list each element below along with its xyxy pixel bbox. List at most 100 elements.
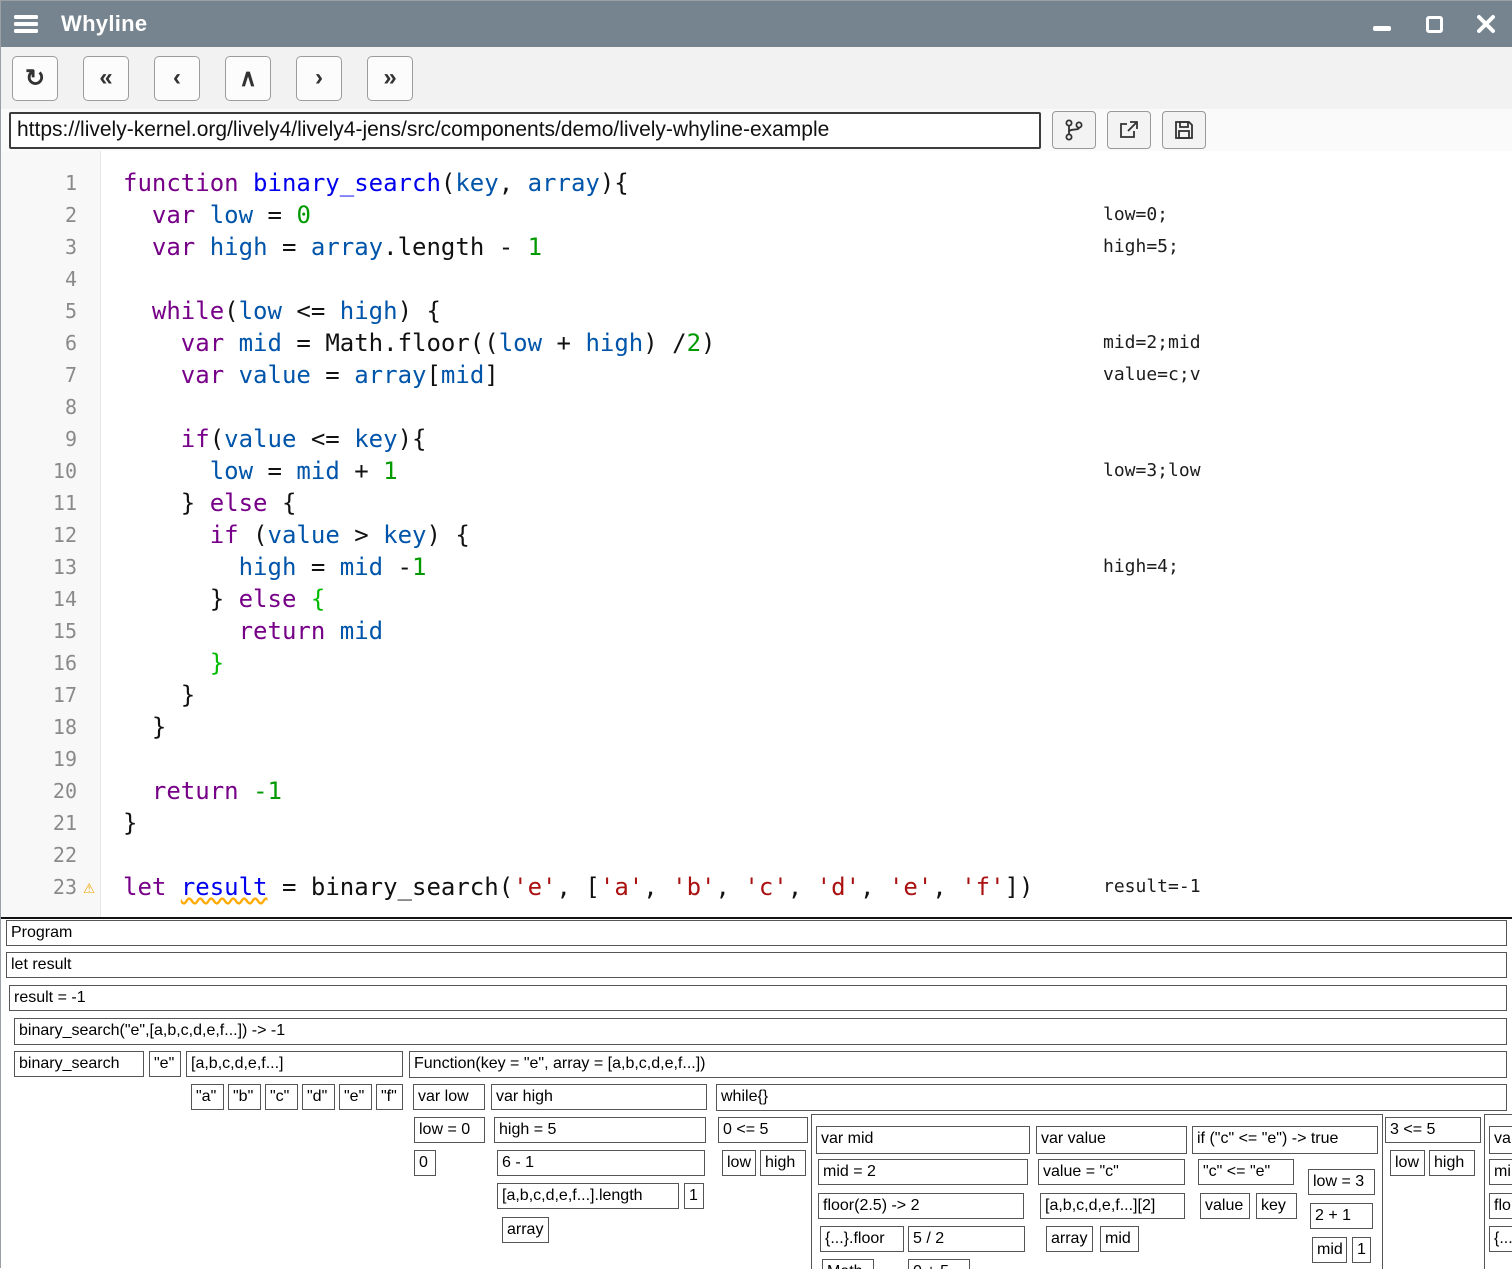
code-line[interactable]: 18 } <box>1 711 1512 743</box>
code-text[interactable]: high = mid -1high=4; <box>101 551 1512 583</box>
refresh-button[interactable]: ↻ <box>12 56 58 101</box>
code-line[interactable]: 11 } else { <box>1 487 1512 519</box>
trace-node[interactable]: Function(key = "e", array = [a,b,c,d,e,f… <box>409 1051 1507 1078</box>
code-line[interactable]: 4 <box>1 263 1512 295</box>
code-text[interactable]: let result = binary_search('e', ['a', 'b… <box>101 871 1512 903</box>
trace-node[interactable]: 6 - 1 <box>497 1150 705 1176</box>
save-button[interactable] <box>1162 111 1206 149</box>
trace-node[interactable]: "e" <box>339 1084 372 1110</box>
code-text[interactable] <box>101 391 1512 423</box>
trace-node[interactable]: "e" <box>149 1051 181 1077</box>
code-line[interactable]: 9 if(value <= key){ <box>1 423 1512 455</box>
trace-node[interactable]: array <box>502 1217 549 1243</box>
code-text[interactable]: var value = array[mid]value=c;v <box>101 359 1512 391</box>
trace-node[interactable]: 0 <= 5 <box>718 1117 808 1143</box>
trace-node[interactable]: "c" <box>265 1084 298 1110</box>
trace-node[interactable]: va <box>1489 1126 1512 1154</box>
code-line[interactable]: 12 if (value > key) { <box>1 519 1512 551</box>
open-external-button[interactable] <box>1107 111 1151 149</box>
code-text[interactable]: var mid = Math.floor((low + high) /2)mid… <box>101 327 1512 359</box>
code-text[interactable] <box>101 743 1512 775</box>
url-input[interactable] <box>9 112 1041 149</box>
code-line[interactable]: 14 } else { <box>1 583 1512 615</box>
trace-node[interactable]: low = 0 <box>414 1117 485 1143</box>
trace-node[interactable]: 2 + 1 <box>1310 1203 1373 1229</box>
trace-node[interactable]: value = "c" <box>1038 1159 1185 1185</box>
code-text[interactable]: } <box>101 647 1512 679</box>
code-text[interactable]: return -1 <box>101 775 1512 807</box>
trace-node[interactable]: [a,b,c,d,e,f...] <box>186 1051 403 1077</box>
code-line[interactable]: 20 return -1 <box>1 775 1512 807</box>
code-text[interactable]: } else { <box>101 487 1512 519</box>
code-line[interactable]: 19 <box>1 743 1512 775</box>
trace-node[interactable]: 1 <box>684 1183 704 1209</box>
trace-node[interactable]: array <box>1046 1226 1093 1252</box>
close-button[interactable] <box>1473 11 1499 37</box>
code-line[interactable]: 5 while(low <= high) { <box>1 295 1512 327</box>
trace-node[interactable]: mid <box>1100 1226 1139 1252</box>
trace-node[interactable]: 5 / 2 <box>908 1226 1025 1252</box>
code-text[interactable]: } else { <box>101 583 1512 615</box>
trace-node[interactable]: [a,b,c,d,e,f...][2] <box>1040 1193 1185 1219</box>
trace-node[interactable]: binary_search <box>14 1051 144 1077</box>
code-line[interactable]: 17 } <box>1 679 1512 711</box>
trace-node[interactable]: if ("c" <= "e") -> true <box>1192 1126 1378 1154</box>
maximize-button[interactable] <box>1421 11 1447 37</box>
trace-node[interactable]: flo <box>1489 1193 1512 1219</box>
trace-node[interactable]: [a,b,c,d,e,f...].length <box>497 1183 679 1209</box>
nav-first-button[interactable]: « <box>83 56 129 101</box>
nav-up-button[interactable]: ∧ <box>225 56 271 101</box>
trace-node[interactable]: floor(2.5) -> 2 <box>818 1193 1024 1219</box>
trace-node[interactable]: 3 <= 5 <box>1385 1117 1481 1143</box>
code-text[interactable]: while(low <= high) { <box>101 295 1512 327</box>
nav-back-button[interactable]: ‹ <box>154 56 200 101</box>
code-line[interactable]: 13 high = mid -1high=4; <box>1 551 1512 583</box>
trace-node[interactable]: var mid <box>816 1126 1030 1154</box>
branch-button[interactable] <box>1052 111 1096 149</box>
code-line[interactable]: 21} <box>1 807 1512 839</box>
trace-node[interactable]: result = -1 <box>9 985 1507 1011</box>
trace-node[interactable]: {...}.floor <box>820 1226 904 1252</box>
code-line[interactable]: 22 <box>1 839 1512 871</box>
trace-node[interactable]: low <box>722 1150 756 1176</box>
trace-node[interactable]: var value <box>1036 1126 1187 1154</box>
code-line[interactable]: 1function binary_search(key, array){ <box>1 167 1512 199</box>
code-text[interactable]: var high = array.length - 1high=5; <box>101 231 1512 263</box>
trace-node[interactable]: high = 5 <box>494 1117 706 1143</box>
code-text[interactable]: var low = 0low=0; <box>101 199 1512 231</box>
trace-node[interactable]: "f" <box>376 1084 403 1110</box>
trace-node[interactable]: let result <box>6 952 1507 978</box>
code-line[interactable]: 16 } <box>1 647 1512 679</box>
nav-forward-button[interactable]: › <box>296 56 342 101</box>
trace-node[interactable]: "d" <box>302 1084 335 1110</box>
trace-node[interactable]: 0 <box>414 1150 436 1176</box>
trace-node[interactable]: low = 3 <box>1308 1169 1375 1195</box>
code-line[interactable]: 7 var value = array[mid]value=c;v <box>1 359 1512 391</box>
trace-node[interactable]: high <box>760 1150 806 1176</box>
trace-node[interactable]: var high <box>491 1084 707 1110</box>
trace-node[interactable]: mi <box>1489 1159 1512 1185</box>
code-line[interactable]: 3 var high = array.length - 1high=5; <box>1 231 1512 263</box>
trace-node[interactable]: low <box>1390 1150 1425 1176</box>
trace-node[interactable]: "c" <= "e" <box>1198 1159 1294 1185</box>
trace-node[interactable]: "b" <box>228 1084 261 1110</box>
minimize-button[interactable] <box>1369 11 1395 37</box>
code-line[interactable]: 6 var mid = Math.floor((low + high) /2)m… <box>1 327 1512 359</box>
code-line[interactable]: 2 var low = 0low=0; <box>1 199 1512 231</box>
code-text[interactable] <box>101 263 1512 295</box>
trace-node[interactable]: high <box>1429 1150 1475 1176</box>
trace-node[interactable]: Program <box>6 920 1507 946</box>
trace-node[interactable]: binary_search("e",[a,b,c,d,e,f...]) -> -… <box>14 1018 1507 1045</box>
trace-node[interactable]: var low <box>413 1084 485 1110</box>
nav-last-button[interactable]: » <box>367 56 413 101</box>
code-line[interactable]: 8 <box>1 391 1512 423</box>
code-text[interactable]: function binary_search(key, array){ <box>101 167 1512 199</box>
code-text[interactable]: if(value <= key){ <box>101 423 1512 455</box>
trace-node[interactable]: {... <box>1489 1226 1512 1252</box>
code-text[interactable]: if (value > key) { <box>101 519 1512 551</box>
trace-node[interactable]: 1 <box>1352 1237 1371 1263</box>
trace-node[interactable]: mid = 2 <box>818 1159 1028 1185</box>
trace-node[interactable]: "a" <box>191 1084 224 1110</box>
code-editor[interactable]: 1function binary_search(key, array){2 va… <box>1 151 1512 917</box>
code-text[interactable]: } <box>101 679 1512 711</box>
